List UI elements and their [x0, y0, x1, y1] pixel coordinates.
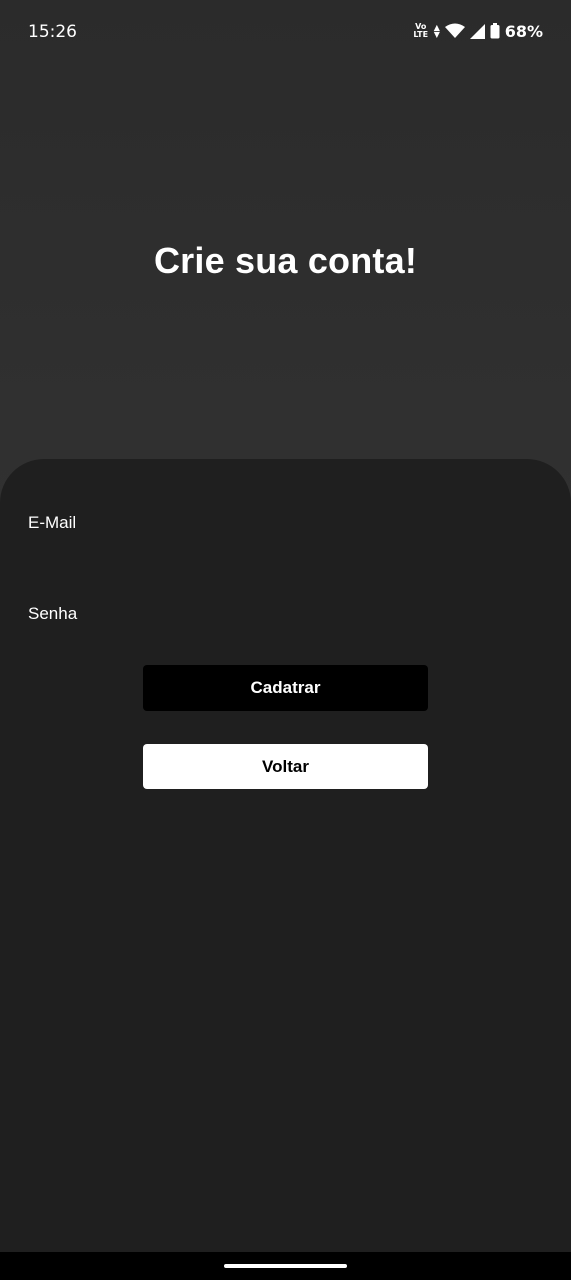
- back-button[interactable]: Voltar: [143, 744, 428, 789]
- navigation-bar: [0, 1252, 571, 1280]
- status-time: 15:26: [28, 22, 77, 42]
- data-activity-icon: ▲ ▼: [433, 23, 440, 39]
- wifi-icon: [444, 23, 465, 38]
- register-button[interactable]: Cadatrar: [143, 665, 428, 711]
- battery-percent: 68%: [504, 21, 543, 41]
- status-icons: Vo LTE ▲ ▼ 68%: [413, 20, 543, 42]
- page-title: Crie sua conta!: [153, 240, 418, 281]
- home-indicator[interactable]: [224, 1264, 347, 1268]
- volte-icon: Vo LTE: [413, 22, 429, 39]
- email-label: E-Mail: [28, 513, 77, 532]
- signal-icon: [469, 23, 485, 39]
- form-card: E-Mail Senha Cadatrar Voltar: [0, 459, 571, 1252]
- password-field[interactable]: [28, 628, 543, 662]
- status-bar: 15:26 Vo LTE ▲ ▼ 68%: [0, 0, 571, 62]
- email-field[interactable]: [28, 537, 543, 571]
- password-label: Senha: [28, 604, 78, 623]
- battery-icon: [490, 23, 500, 39]
